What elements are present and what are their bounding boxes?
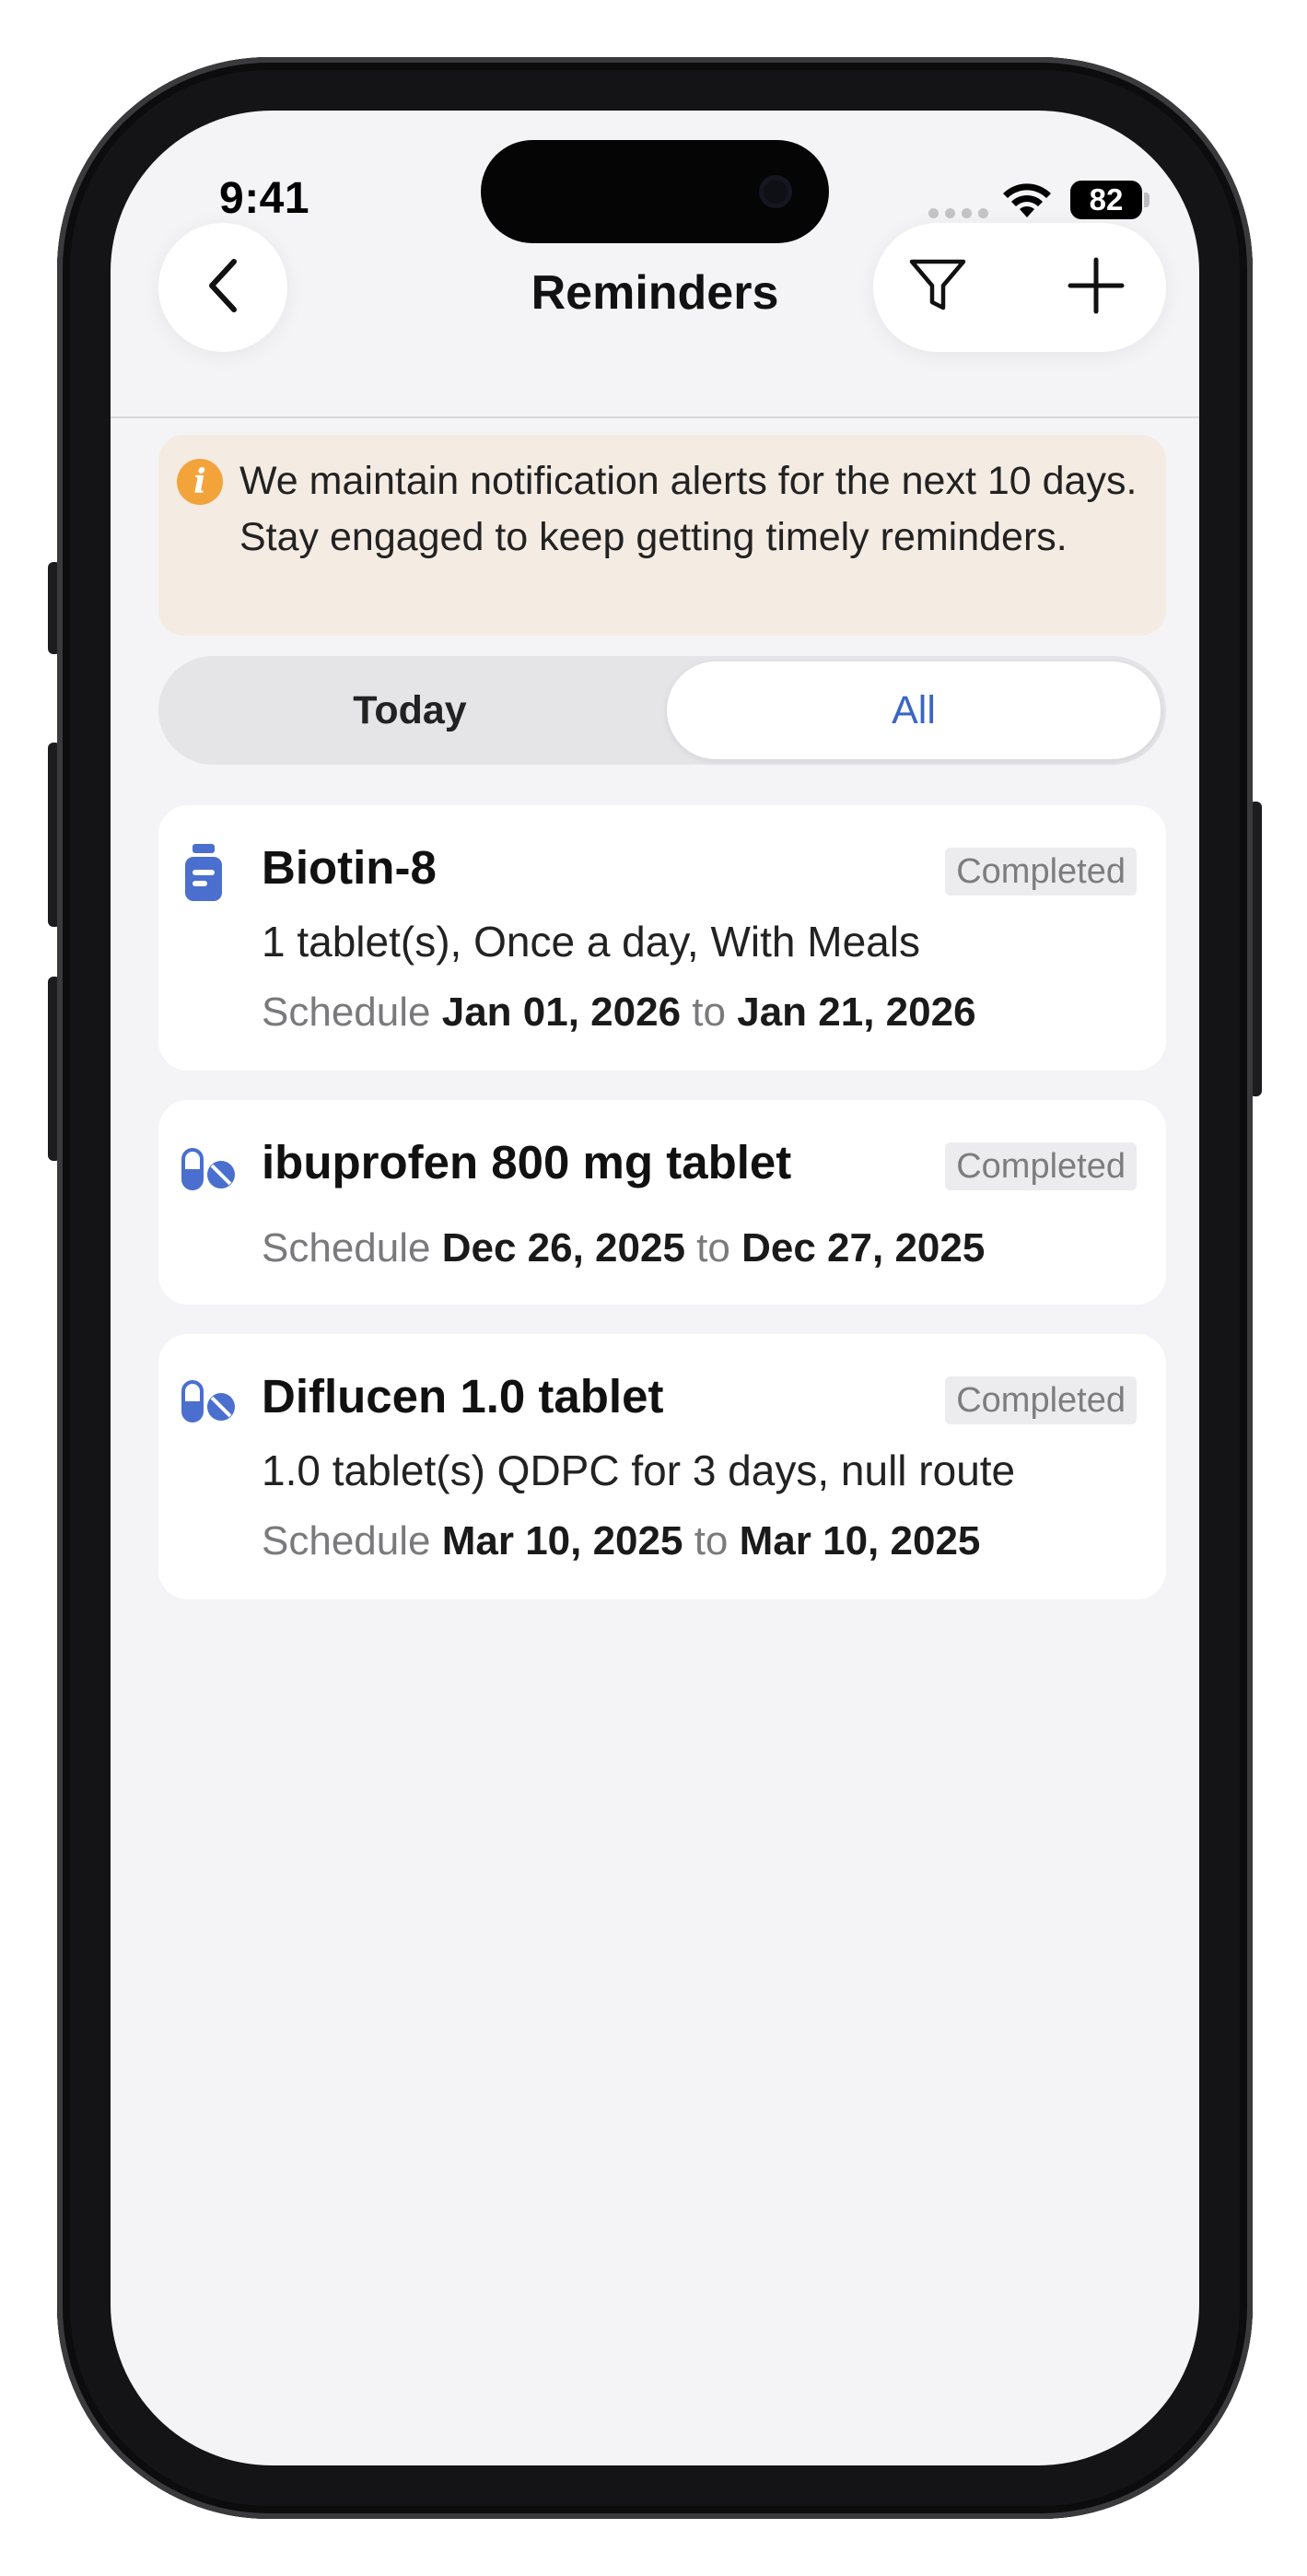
reminder-schedule: Schedule Mar 10, 2025 to Mar 10, 2025 bbox=[262, 1518, 980, 1564]
battery-indicator: 82 bbox=[1070, 181, 1142, 219]
reminder-card[interactable]: ibuprofen 800 mg tablet Completed Schedu… bbox=[158, 1100, 1166, 1305]
status-badge: Completed bbox=[945, 1142, 1137, 1190]
schedule-start-date: Mar 10, 2025 bbox=[441, 1518, 683, 1563]
pills-icon bbox=[181, 1148, 238, 1195]
schedule-to-label: to bbox=[696, 1225, 730, 1270]
status-badge: Completed bbox=[945, 1376, 1137, 1424]
schedule-end-date: Mar 10, 2025 bbox=[739, 1518, 981, 1563]
info-icon: i bbox=[177, 459, 223, 505]
pills-icon bbox=[181, 1380, 238, 1427]
reminder-dose: 1.0 tablet(s) QDPC for 3 days, null rout… bbox=[262, 1446, 1016, 1494]
reminder-name: ibuprofen 800 mg tablet bbox=[262, 1136, 792, 1188]
battery-tip bbox=[1144, 193, 1149, 207]
filter-icon bbox=[908, 256, 967, 320]
reminder-name: Biotin-8 bbox=[262, 841, 437, 894]
reminder-schedule: Schedule Jan 01, 2026 to Jan 21, 2026 bbox=[262, 989, 976, 1036]
reminder-dose: 1 tablet(s), Once a day, With Meals bbox=[262, 918, 920, 966]
schedule-start-date: Dec 26, 2025 bbox=[441, 1225, 685, 1270]
plus-icon bbox=[1067, 256, 1126, 320]
reminder-name: Diflucen 1.0 tablet bbox=[262, 1370, 664, 1423]
status-time: 9:41 bbox=[219, 174, 310, 223]
schedule-label: Schedule bbox=[262, 989, 431, 1035]
status-badge: Completed bbox=[945, 848, 1137, 896]
header-actions bbox=[873, 223, 1166, 352]
period-segmented-control: Today All bbox=[158, 656, 1166, 765]
medicine-bottle-icon bbox=[181, 842, 227, 907]
schedule-to-label: to bbox=[692, 989, 726, 1035]
schedule-to-label: to bbox=[694, 1518, 729, 1563]
dynamic-island bbox=[481, 140, 829, 243]
front-camera bbox=[759, 175, 792, 208]
schedule-label: Schedule bbox=[262, 1518, 431, 1563]
tab-all[interactable]: All bbox=[667, 662, 1161, 759]
filter-button[interactable] bbox=[906, 256, 969, 319]
schedule-end-date: Dec 27, 2025 bbox=[741, 1225, 986, 1270]
add-reminder-button[interactable] bbox=[1065, 256, 1127, 319]
tab-today[interactable]: Today bbox=[158, 656, 661, 765]
wifi-icon bbox=[1002, 182, 1052, 224]
phone-screen: 9:41 82 Reminders i We maintain notifica… bbox=[111, 111, 1199, 2465]
cellular-signal-icon bbox=[928, 208, 988, 218]
schedule-end-date: Jan 21, 2026 bbox=[737, 989, 976, 1035]
info-banner-text: We maintain notification alerts for the … bbox=[239, 459, 1138, 559]
info-banner: i We maintain notification alerts for th… bbox=[158, 435, 1166, 636]
schedule-label: Schedule bbox=[262, 1225, 431, 1270]
reminder-card[interactable]: Diflucen 1.0 tablet Completed 1.0 tablet… bbox=[158, 1334, 1166, 1599]
reminder-schedule: Schedule Dec 26, 2025 to Dec 27, 2025 bbox=[262, 1225, 985, 1271]
schedule-start-date: Jan 01, 2026 bbox=[441, 989, 682, 1035]
reminder-card[interactable]: Biotin-8 Completed 1 tablet(s), Once a d… bbox=[158, 805, 1166, 1071]
